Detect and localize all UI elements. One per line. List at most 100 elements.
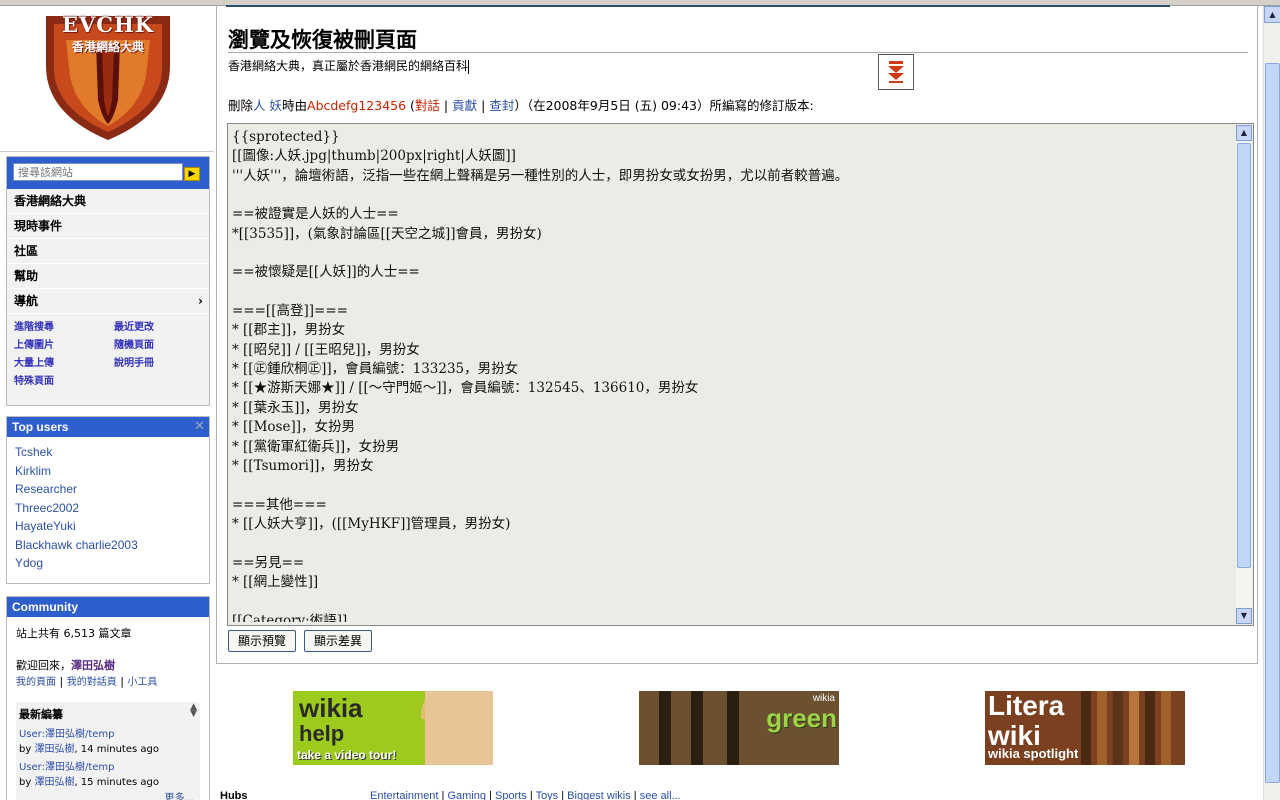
revision-mid: 時由 <box>282 98 308 113</box>
recent-edit-user[interactable]: 澤田弘樹 <box>34 777 74 788</box>
community-box: Community 站上共有 6,513 篇文章 歡迎回來，澤田弘樹 我的頁面 … <box>6 596 210 800</box>
my-page-link[interactable]: 我的頁面 <box>16 677 56 688</box>
article-count: 站上共有 6,513 篇文章 <box>16 627 132 640</box>
author-link[interactable]: Abcdefg123456 <box>307 98 406 113</box>
page-scroll-thumb[interactable] <box>1265 63 1280 783</box>
more-link[interactable]: 更多... <box>164 789 194 800</box>
tiger-stripe <box>691 691 703 765</box>
community-body: 站上共有 6,513 篇文章 歡迎回來，澤田弘樹 我的頁面 | 我的對話頁 | … <box>7 617 209 800</box>
sidebar-item-label: 現時事件 <box>14 219 63 233</box>
user-link[interactable]: Researcher <box>15 480 201 499</box>
page-link[interactable]: 人 妖 <box>253 98 282 113</box>
tool-random-page[interactable]: 隨機頁面 <box>114 336 214 351</box>
hub-gaming[interactable]: Gaming <box>447 790 486 800</box>
scroll-down-icon[interactable]: ▼ <box>1236 608 1252 624</box>
site-logo[interactable]: EVCHK.WIKIA.COM EVCHK 香港網絡大典 <box>42 10 174 142</box>
wikia-help-banner[interactable]: wikia help take a video tour! <box>293 691 493 765</box>
hub-biggest[interactable]: Biggest wikis <box>567 790 631 800</box>
book-spine <box>1145 691 1155 765</box>
tool-manual[interactable]: 說明手冊 <box>114 354 214 369</box>
user-link[interactable]: Tcshek <box>15 443 201 462</box>
sidebar-item-current-events[interactable]: 現時事件 <box>7 214 209 239</box>
page-title: 瀏覽及恢復被刪頁面 <box>228 27 417 52</box>
banner-litera-line1: Litera <box>988 691 1065 721</box>
sidebar-item-navigation[interactable]: 導航 › <box>7 289 209 314</box>
sidebar-item-help[interactable]: 幫助 <box>7 264 209 289</box>
hub-entertainment[interactable]: Entertainment <box>370 790 438 800</box>
tool-special-pages[interactable]: 特殊頁面 <box>14 372 114 387</box>
welcome-username[interactable]: 澤田弘樹 <box>71 659 115 672</box>
gadgets-link[interactable]: 小工具 <box>127 677 157 688</box>
sort-arrows-icon[interactable]: ▲ ▼ <box>190 703 197 719</box>
recent-edit-page[interactable]: User:澤田弘樹/temp <box>19 762 115 773</box>
sidebar-item-label: 社區 <box>14 244 39 258</box>
user-links: 我的頁面 | 我的對話頁 | 小工具 <box>16 675 158 688</box>
tool-advanced-search[interactable]: 進階搜尋 <box>14 318 114 333</box>
hub-sports[interactable]: Sports <box>495 790 527 800</box>
banner-help-line1: wikia <box>299 693 363 723</box>
book-spine <box>1081 691 1091 765</box>
revision-suffix: ）（在2008年9月5日 (五) 09:43）所編寫的修訂版本: <box>514 98 814 113</box>
page-scroll-up-icon[interactable]: ▲ <box>1264 6 1280 23</box>
title-divider <box>228 52 1248 53</box>
book-spine <box>1161 691 1171 765</box>
user-link[interactable]: Threec2002 <box>15 499 201 518</box>
editor-scroll-thumb[interactable] <box>1237 143 1251 568</box>
close-icon[interactable]: ✕ <box>194 419 205 434</box>
tiger-stripe <box>659 691 671 765</box>
sidebar-item-label: 香港網絡大典 <box>14 194 87 208</box>
banner-green-line2: green <box>766 703 837 733</box>
banner-help-line2: help <box>299 721 345 746</box>
litera-wiki-banner[interactable]: Litera wiki wikia spotlight <box>985 691 1185 765</box>
content-top-rule <box>226 5 1170 7</box>
wikitext-editor[interactable]: {{sprotected}} [[圖像:人妖.jpg|thumb|200px|r… <box>227 123 1254 626</box>
tagline-text: 香港網絡大典，真正屬於香港網民的網絡百科 <box>228 59 469 73</box>
tool-bulk-upload[interactable]: 大量上傳 <box>14 354 114 369</box>
recent-edits: 最新編纂 ▲ ▼ User:澤田弘樹/temp by 澤田弘樹, 14 minut… <box>16 702 200 800</box>
user-link[interactable]: Kirklim <box>15 462 201 481</box>
chevron-right-icon: › <box>198 294 203 308</box>
editor-scrollbar[interactable]: ▲ ▼ <box>1236 125 1252 624</box>
book-spine <box>1129 691 1139 765</box>
wikia-green-banner[interactable]: wikia green <box>639 691 839 765</box>
tool-recent-changes[interactable]: 最近更改 <box>114 318 214 333</box>
user-link[interactable]: Ydog <box>15 554 201 573</box>
recent-edits-title: 最新編纂 <box>19 708 63 721</box>
sidebar-item-community[interactable]: 社區 <box>7 239 209 264</box>
page-scrollbar[interactable]: ▲ <box>1263 6 1280 800</box>
tool-upload-image[interactable]: 上傳圖片 <box>14 336 114 351</box>
footer-hub-links: Entertainment | Gaming | Sports | Toys |… <box>370 790 681 800</box>
show-diff-button[interactable]: 顯示差異 <box>304 630 373 652</box>
search-icon: ▶ <box>188 169 196 179</box>
show-preview-button[interactable]: 顯示預覽 <box>228 630 297 652</box>
left-sidebar: EVCHK.WIKIA.COM EVCHK 香港網絡大典 ▶ 香港網絡大典 現時… <box>0 6 214 800</box>
navigation-box: ▶ 香港網絡大典 現時事件 社區 幫助 導航 › 進階搜尋 最近更改 上傳圖片 隨… <box>6 156 210 406</box>
footer-hubs-label: Hubs <box>220 790 248 800</box>
scroll-down-button[interactable] <box>878 54 914 90</box>
hub-see-all[interactable]: see all... <box>640 790 681 800</box>
revision-prefix: 刪除 <box>228 98 254 113</box>
toolbox-links: 進階搜尋 最近更改 上傳圖片 隨機頁面 大量上傳 說明手冊 特殊頁面 <box>7 314 209 391</box>
recent-edit-by: by <box>19 744 32 755</box>
sidebar-item-label: 幫助 <box>14 269 39 283</box>
scroll-up-icon[interactable]: ▲ <box>1236 125 1252 141</box>
book-spine <box>1113 691 1123 765</box>
user-link[interactable]: Blackhawk charlie2003 <box>15 536 201 555</box>
block-link[interactable]: 查封 <box>489 98 514 113</box>
welcome-prefix: 歡迎回來， <box>16 659 71 672</box>
sidebar-item-label: 導航 <box>14 294 39 308</box>
my-talk-link[interactable]: 我的對話頁 <box>67 677 117 688</box>
recent-edit-user[interactable]: 澤田弘樹 <box>34 744 74 755</box>
search-input[interactable] <box>13 163 183 181</box>
wikitext-content[interactable]: {{sprotected}} [[圖像:人妖.jpg|thumb|200px|r… <box>232 128 1232 622</box>
text-cursor <box>468 59 470 74</box>
recent-edit-page[interactable]: User:澤田弘樹/temp <box>19 729 115 740</box>
recent-edit-time: , 15 minutes ago <box>74 777 159 788</box>
contribs-link[interactable]: 貢獻 <box>452 98 477 113</box>
sidebar-item-home[interactable]: 香港網絡大典 <box>7 189 209 214</box>
search-button[interactable]: ▶ <box>184 167 200 181</box>
banner-help-line3: take a video tour! <box>297 748 397 762</box>
hub-toys[interactable]: Toys <box>536 790 559 800</box>
talk-link[interactable]: 對話 <box>415 98 440 113</box>
user-link[interactable]: HayateYuki <box>15 517 201 536</box>
